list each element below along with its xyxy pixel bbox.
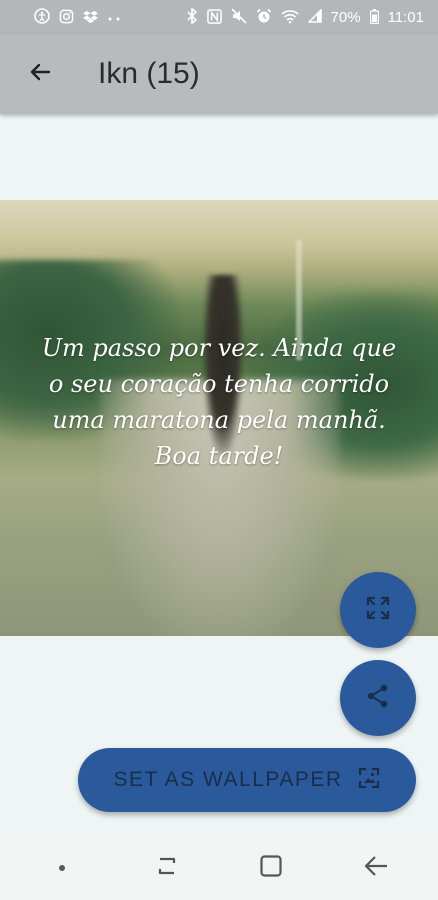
mute-icon — [230, 8, 247, 26]
home-icon — [259, 854, 283, 883]
clock: 11:01 — [387, 8, 424, 26]
arrow-left-icon — [28, 60, 52, 89]
more-dots-icon — [107, 10, 121, 24]
nav-dot-button[interactable] — [32, 843, 92, 893]
status-bar-left — [34, 8, 121, 26]
instagram-icon — [59, 9, 74, 26]
navigation-bar — [0, 836, 438, 900]
recents-icon — [154, 855, 180, 882]
dot-icon — [59, 865, 66, 871]
back-icon — [363, 854, 389, 883]
recents-button[interactable] — [137, 843, 197, 893]
bluetooth-icon — [186, 7, 198, 26]
quote-image: Um passo por vez. Ainda que o seu coraçã… — [0, 200, 438, 636]
dropbox-icon — [83, 9, 98, 26]
quote-text: Um passo por vez. Ainda que o seu coraçã… — [41, 334, 397, 470]
fullscreen-button[interactable] — [340, 572, 416, 648]
battery-icon — [369, 8, 379, 26]
accessibility-icon — [34, 8, 50, 26]
status-bar-right: 70% 11:01 — [186, 7, 424, 26]
share-icon — [365, 683, 391, 714]
app-bar: Ikn (15) — [0, 34, 438, 114]
home-button[interactable] — [241, 843, 301, 893]
set-as-wallpaper-label: SET AS WALLPAPER — [113, 768, 343, 791]
nfc-icon — [206, 8, 222, 26]
back-button[interactable] — [12, 46, 68, 102]
signal-icon — [306, 8, 322, 25]
status-bar: 70% 11:01 — [0, 0, 438, 34]
fullscreen-icon — [365, 595, 391, 626]
share-button[interactable] — [340, 660, 416, 736]
page-title: Ikn (15) — [98, 57, 200, 90]
wifi-icon — [280, 9, 299, 26]
alarm-icon — [256, 8, 272, 26]
battery-percent: 70% — [330, 8, 361, 26]
set-as-wallpaper-button[interactable]: SET AS WALLPAPER — [78, 748, 416, 812]
wallpaper-icon — [357, 766, 381, 795]
back-nav-button[interactable] — [346, 843, 406, 893]
